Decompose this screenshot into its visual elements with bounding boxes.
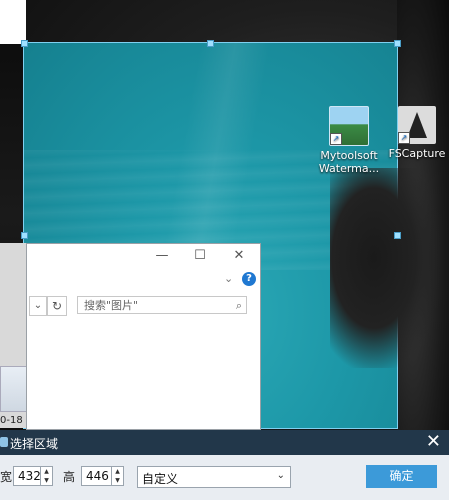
- dialog-close-icon[interactable]: ✕: [426, 431, 441, 453]
- close-icon[interactable]: ✕: [225, 246, 253, 266]
- desktop-icon-mytoolsoft[interactable]: ↗ Mytoolsoft Waterma...: [314, 106, 384, 175]
- address-row: ⌄ ↻ 搜索"图片" ⌕: [27, 292, 260, 318]
- selection-handle-top-right[interactable]: [394, 40, 401, 47]
- desktop-icon-label-line1: Mytoolsoft: [320, 149, 378, 162]
- search-input[interactable]: 搜索"图片" ⌕: [77, 296, 247, 314]
- selection-handle-top-left[interactable]: [21, 40, 28, 47]
- height-label: 高: [63, 470, 76, 484]
- minimize-icon[interactable]: —: [148, 246, 176, 266]
- shortcut-arrow-icon: ↗: [330, 133, 342, 145]
- region-dialog-titlebar: 选择区域 ✕: [0, 430, 449, 455]
- shortcut-arrow-icon: ↗: [398, 132, 410, 144]
- stepper-arrows-icon[interactable]: ▲ ▼: [111, 467, 123, 485]
- desktop-icon-label-line1: FSCapture: [388, 147, 446, 160]
- chevron-down-icon[interactable]: ⌄: [224, 272, 233, 285]
- width-label: 宽: [0, 470, 13, 484]
- maximize-icon[interactable]: ☐: [186, 246, 214, 266]
- white-window-corner: [0, 0, 26, 44]
- selection-handle-left[interactable]: [21, 232, 28, 239]
- explorer-window: — ☐ ✕ ⌄ ? ⌄ ↻ 搜索"图片" ⌕: [26, 243, 261, 430]
- refresh-icon[interactable]: ↻: [47, 296, 67, 316]
- height-stepper[interactable]: 446 ▲ ▼: [81, 466, 124, 486]
- width-stepper[interactable]: 432 ▲ ▼: [13, 466, 53, 486]
- address-dropdown-button[interactable]: ⌄: [29, 296, 47, 316]
- height-value: 446: [86, 469, 109, 483]
- region-mode-select[interactable]: 自定义 ⌄: [137, 466, 291, 488]
- stepper-arrows-icon[interactable]: ▲ ▼: [40, 467, 52, 485]
- fscapture-icon: ↗: [398, 106, 436, 144]
- desktop-icon-fscapture[interactable]: ↗ FSCapture: [382, 106, 449, 160]
- help-icon[interactable]: ?: [242, 272, 256, 286]
- region-dialog-body: 宽 432 ▲ ▼ 高 446 ▲ ▼ 自定义 ⌄ 确定: [0, 455, 449, 500]
- search-placeholder: 搜索"图片": [84, 299, 139, 312]
- swimmer-silhouette: [330, 168, 440, 368]
- ok-button[interactable]: 确定: [366, 465, 437, 488]
- region-mode-value: 自定义: [142, 472, 179, 486]
- landscape-icon: ↗: [329, 106, 369, 146]
- desktop-icon-label-line2: Waterma...: [318, 162, 380, 175]
- chevron-down-icon: ⌄: [276, 470, 285, 481]
- selection-handle-right[interactable]: [394, 232, 401, 239]
- dialog-title: 选择区域: [10, 437, 59, 451]
- selection-handle-top[interactable]: [207, 40, 214, 47]
- search-icon: ⌕: [235, 299, 242, 312]
- width-value: 432: [18, 469, 41, 483]
- app-icon: [0, 437, 8, 447]
